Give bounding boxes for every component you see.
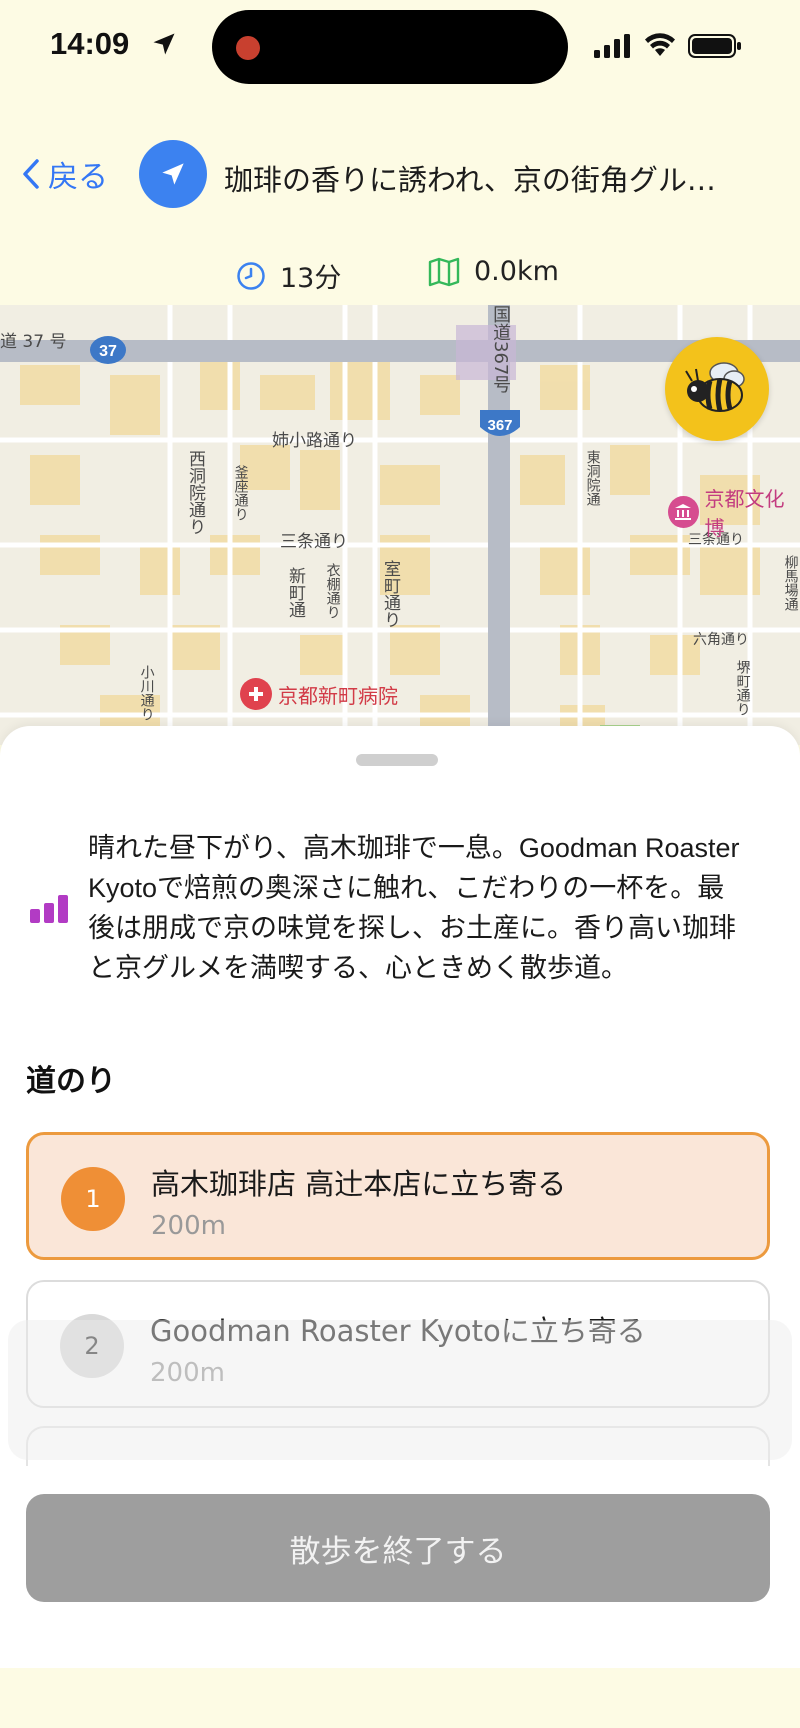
museum-icon (668, 496, 699, 528)
back-label: 戻る (48, 160, 108, 195)
distance-value: 0.0km (474, 256, 559, 287)
clock-icon (237, 261, 265, 290)
map-label-yanaginobanba: 柳馬場通 (782, 555, 799, 611)
route-stats: 13分 0.0km (0, 250, 800, 300)
media-overlay (8, 1320, 792, 1460)
battery-icon (688, 34, 741, 58)
map-label-kamanza: 釜座通り (232, 465, 249, 521)
route-step-1[interactable]: 1 高木珈琲店 高辻本店に立ち寄る 200m (26, 1132, 770, 1260)
duration-stat: 13分 (236, 256, 341, 295)
map-label-sanjo-left: 三条通り (280, 532, 348, 552)
location-arrow-icon (153, 33, 175, 55)
cellular-signal-icon (594, 34, 630, 58)
bee-avatar-button[interactable] (665, 337, 769, 441)
sheet-grabber[interactable] (356, 754, 438, 766)
status-bar: 14:09 (0, 0, 800, 95)
map-label-muromachi: 室町通り (380, 560, 401, 628)
route-37-shield-label: 37 (99, 343, 117, 360)
map-label-higashinotoin: 東洞院通 (584, 450, 601, 506)
map-label-anekoji: 姉小路通り (272, 431, 357, 451)
map-label-nishinotoin: 西洞院通り (185, 450, 206, 535)
navigation-arrow-icon (162, 163, 184, 185)
map-view[interactable]: 37 367 道 37 号 国道367号 姉小路通り 西洞院通り 釜座通り 三条… (0, 305, 800, 745)
poi-museum-label: 京都文化博 (704, 487, 785, 540)
chevron-left-icon (23, 159, 39, 189)
bar-chart-icon (30, 895, 68, 923)
recording-indicator-icon (236, 36, 260, 60)
route-title: 珈琲の香りに誘われ、京の街角グル… (224, 163, 716, 197)
bee-icon (685, 362, 745, 412)
poi-hospital-label: 京都新町病院 (278, 683, 398, 708)
section-title: 道のり (26, 1064, 116, 1099)
route-367-shield-label: 367 (487, 417, 512, 434)
distance-stat: 0.0km (428, 256, 559, 287)
map-label-sakaimachi: 堺町通り (734, 660, 751, 716)
route-sheet: 晴れた昼下がり、高木珈琲で一息。Goodman Roaster Kyotoで焙煎… (0, 726, 800, 1728)
navigation-button[interactable] (139, 140, 207, 208)
map-icon (428, 257, 460, 286)
wifi-icon (645, 33, 675, 56)
route-description: 晴れた昼下がり、高木珈琲で一息。Goodman Roaster Kyotoで焙煎… (88, 833, 740, 983)
footer-band (0, 1668, 800, 1728)
step-distance: 200m (151, 1211, 226, 1241)
map-label-shinmachi: 新町通 (285, 567, 306, 618)
route-37-shield: 37 (90, 336, 126, 364)
header: 戻る 珈琲の香りに誘われ、京の街角グル… (0, 130, 800, 220)
step-number-badge: 1 (61, 1167, 125, 1231)
map-label-route37: 道 37 号 (0, 332, 67, 352)
hospital-icon (240, 678, 272, 710)
duration-value: 13分 (280, 263, 342, 294)
map-label-rokkaku: 六角通り (693, 632, 749, 648)
route-description-row: 晴れた昼下がり、高木珈琲で一息。Goodman Roaster Kyotoで焙煎… (26, 828, 756, 988)
map-label-koromonotana: 衣棚通り (324, 563, 341, 619)
step-title: 高木珈琲店 高辻本店に立ち寄る (151, 1167, 567, 1201)
poi-museum[interactable]: 京都文化博 (668, 483, 800, 541)
status-time: 14:09 (50, 26, 130, 61)
end-walk-button[interactable]: 散歩を終了する (26, 1494, 770, 1602)
map-label-kokudo: 国道367号 (490, 305, 512, 394)
poi-hospital[interactable]: 京都新町病院 (240, 678, 398, 710)
back-button[interactable]: 戻る (22, 152, 108, 196)
dynamic-island (212, 10, 568, 84)
map-label-ogawa: 小川通り (138, 665, 155, 721)
